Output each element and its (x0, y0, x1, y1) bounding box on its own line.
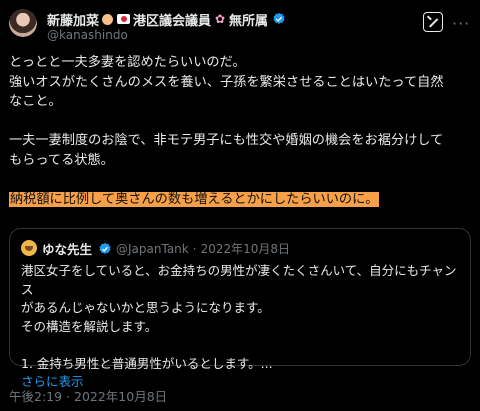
quote-line: 港区女子をしていると、お金持ちの男性が凄くたくさんいて、自分にもチャンス (21, 263, 457, 297)
author-name-line[interactable]: 新藤加菜 港区議会議員 ✿ 無所属 (47, 10, 286, 29)
quoted-tweet[interactable]: ゆな先生 @JapanTank · 2022年10月8日 港区女子をしていると、… (9, 228, 471, 389)
author-handle[interactable]: @kanashindo (47, 28, 128, 42)
quote-date[interactable]: 2022年10月8日 (201, 240, 290, 257)
quote-line: 1. 金持ち男性と普通男性がいるとします。... (21, 355, 273, 371)
author-title[interactable]: 港区議会議員 (133, 10, 211, 29)
verified-badge-icon (99, 242, 111, 254)
more-icon[interactable]: ··· (452, 14, 470, 33)
author-name[interactable]: 新藤加菜 (47, 10, 99, 29)
tweet-line: とっとと一夫多妻を認めたらいいのだ。 (9, 55, 246, 70)
quote-avatar[interactable] (21, 240, 37, 256)
grok-icon[interactable] (423, 12, 443, 32)
quote-text: 港区女子をしていると、お金持ちの男性が凄くたくさんいて、自分にもチャンス がある… (21, 262, 461, 392)
tweet-line: 強いオスがたくさんのメスを養い、子孫を繁栄させることはいたって自然 (9, 74, 444, 90)
author-affiliation[interactable]: 無所属 (229, 10, 268, 29)
cherry-blossom-icon: ✿ (215, 12, 226, 26)
tweet: 新藤加菜 港区議会議員 ✿ 無所属 @kanashindo ··· とっとと一夫… (0, 0, 480, 411)
quote-author-handle[interactable]: @JapanTank (116, 242, 189, 256)
quote-line: その構造を解説します。 (21, 318, 158, 334)
highlighted-text: 納税額に比例して奥さんの数も増えるとかにしたらいいのに。 (9, 191, 380, 207)
tweet-line: なこと。 (9, 94, 62, 109)
japan-flag-icon (117, 14, 131, 24)
quote-header: ゆな先生 @JapanTank · 2022年10月8日 (42, 239, 290, 258)
tweet-text: とっとと一夫多妻を認めたらいいのだ。 強いオスがたくさんのメスを養い、子孫を繁栄… (9, 53, 471, 209)
tweet-line: 一夫一妻制度のお陰で、非モテ男子にも性交や婚姻の機会をお裾分けして (9, 133, 444, 148)
author-avatar[interactable] (9, 9, 37, 37)
quote-separator: · (192, 241, 197, 256)
verified-badge-icon (273, 12, 285, 24)
tweet-line: もらってる状態。 (9, 152, 114, 168)
quote-author-name[interactable]: ゆな先生 (42, 239, 92, 258)
face-emoji-icon (102, 13, 114, 25)
tweet-timestamp[interactable]: 午後2:19 · 2022年10月8日 (9, 386, 167, 405)
quote-line: があるんじゃないかと思うようになります。 (21, 300, 270, 315)
